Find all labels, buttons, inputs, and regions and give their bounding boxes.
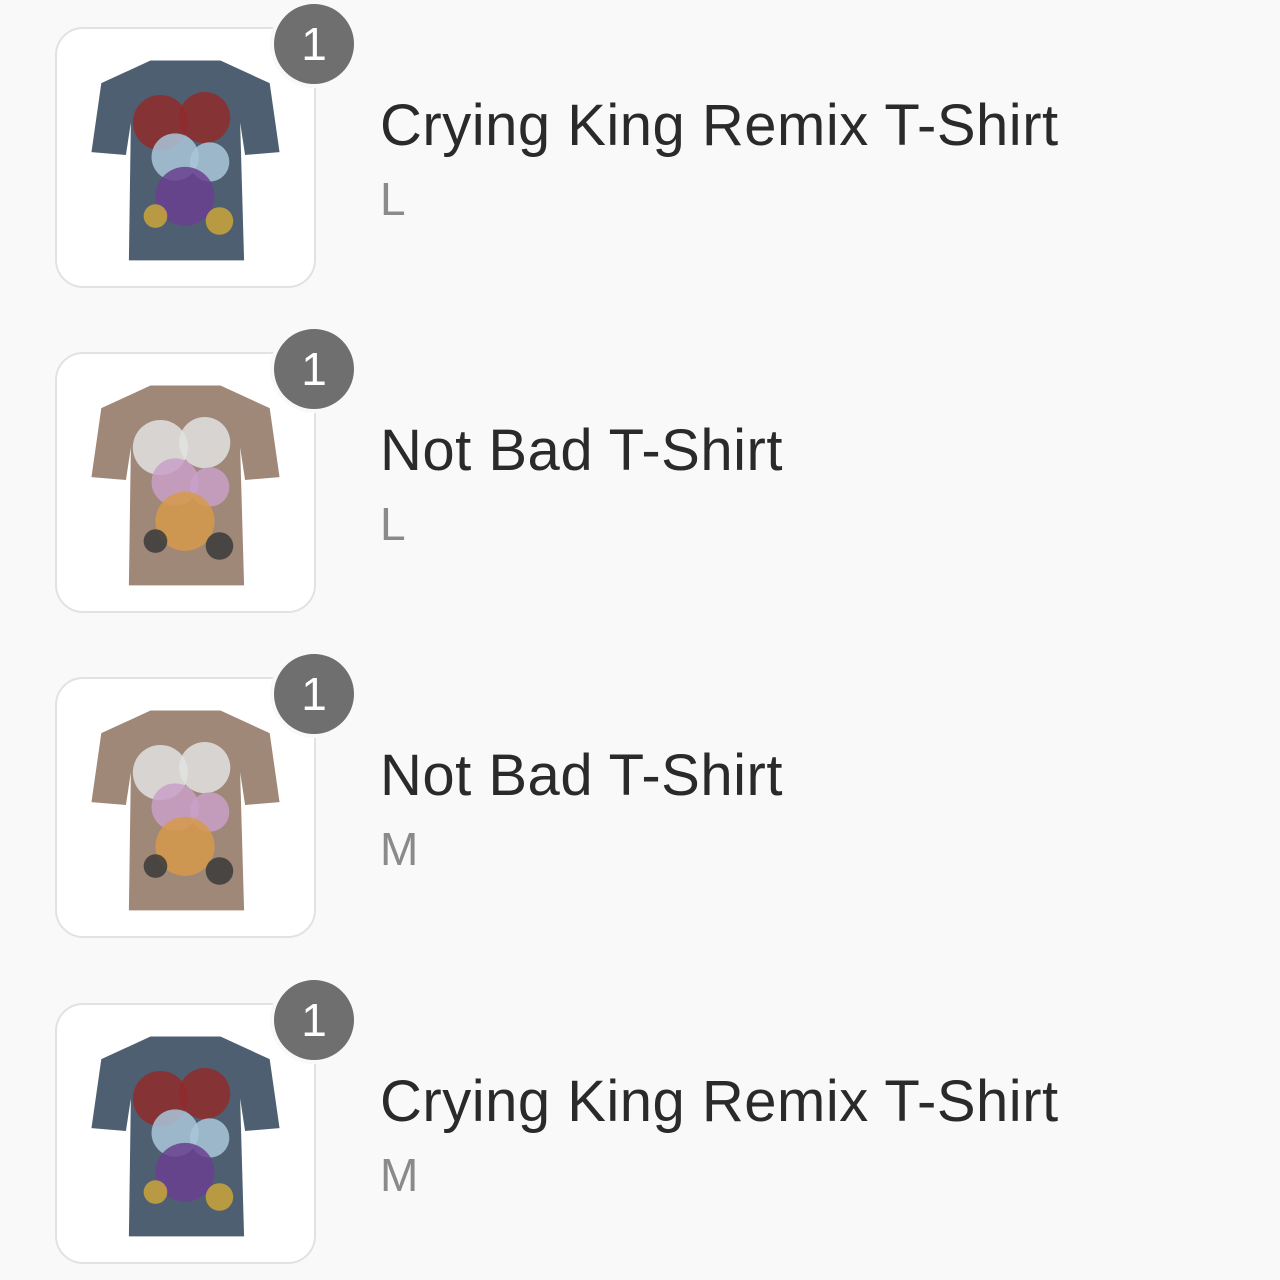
- print-graphic: [143, 1180, 168, 1204]
- quantity-badge: 1: [270, 650, 358, 738]
- product-title[interactable]: Crying King Remix T-Shirt: [380, 92, 1059, 159]
- not-bad-tshirt-image: [91, 385, 280, 586]
- print-graphic: [205, 532, 234, 560]
- print-graphic: [205, 207, 234, 235]
- crying-king-tshirt-image: [91, 60, 280, 261]
- cart-item[interactable]: 1 Crying King Remix T-Shirt L: [0, 0, 1280, 300]
- print-graphic: [179, 1068, 231, 1120]
- print-graphic: [143, 854, 168, 878]
- print-graphic: [143, 529, 168, 553]
- not-bad-tshirt-image: [91, 710, 280, 911]
- product-variant: M: [380, 1149, 419, 1201]
- product-variant: L: [380, 173, 406, 225]
- quantity-badge: 1: [270, 325, 358, 413]
- quantity-badge: 1: [270, 976, 358, 1064]
- print-graphic: [179, 742, 231, 794]
- product-variant: M: [380, 823, 419, 875]
- product-title[interactable]: Not Bad T-Shirt: [380, 417, 783, 484]
- cart-item[interactable]: 1 Crying King Remix T-Shirt M: [0, 976, 1280, 1276]
- print-graphic: [205, 857, 234, 885]
- cart-item[interactable]: 1 Not Bad T-Shirt L: [0, 325, 1280, 625]
- print-graphic: [143, 204, 168, 228]
- product-title[interactable]: Not Bad T-Shirt: [380, 742, 783, 809]
- crying-king-tshirt-image: [91, 1036, 280, 1237]
- print-graphic: [205, 1183, 234, 1211]
- print-graphic: [179, 92, 231, 144]
- product-title[interactable]: Crying King Remix T-Shirt: [380, 1068, 1059, 1135]
- product-variant: L: [380, 498, 406, 550]
- cart-item[interactable]: 1 Not Bad T-Shirt M: [0, 650, 1280, 950]
- quantity-badge: 1: [270, 0, 358, 88]
- cart-item-list: 1 Crying King Remix T-Shirt L 1 Not Bad …: [0, 0, 1280, 1280]
- print-graphic: [179, 417, 231, 469]
